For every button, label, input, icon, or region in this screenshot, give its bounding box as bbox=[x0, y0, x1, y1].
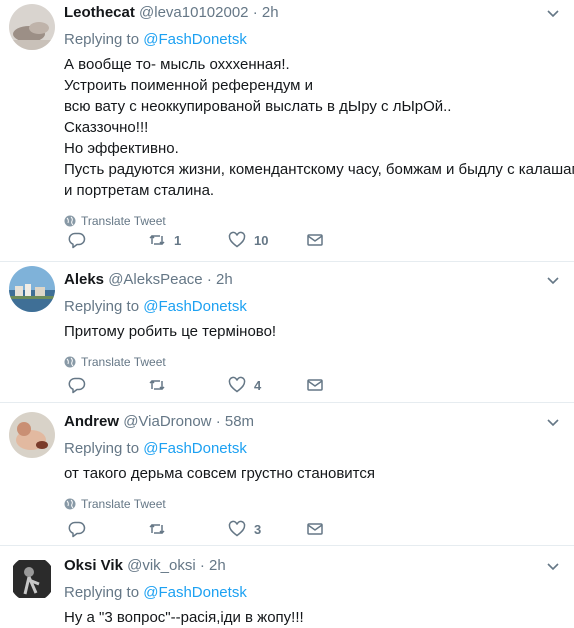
tweet[interactable]: Leothecat @leva10102002 · 2h Replying to… bbox=[0, 0, 574, 262]
tweet-text: от такого дерьма совсем грустно становит… bbox=[64, 463, 560, 484]
tweet-text-line: Устроить поименной референдум и bbox=[64, 77, 314, 94]
tweet-text: Ну а "3 вопрос"--расія,іди в жопу!!! bbox=[64, 607, 560, 628]
avatar[interactable] bbox=[9, 4, 55, 50]
replying-to-label: Replying to bbox=[64, 31, 140, 48]
translate-label[interactable]: Translate Tweet bbox=[81, 214, 166, 228]
heart-icon bbox=[228, 231, 246, 248]
direct-message-button[interactable] bbox=[306, 230, 324, 250]
tweet-text-line: Пусть радуются жизни, комендантскому час… bbox=[64, 161, 574, 178]
tweet-text-line: А вообще то- мысль охххенная!. bbox=[64, 56, 290, 73]
tweet-header: Andrew @ViaDronow · 58m bbox=[64, 411, 560, 433]
reply-button[interactable] bbox=[68, 230, 86, 250]
replying-to: Replying to @FashDonetsk bbox=[64, 30, 560, 49]
display-name[interactable]: Leothecat bbox=[64, 4, 135, 21]
retweet-icon bbox=[149, 523, 165, 535]
timestamp[interactable]: 2h bbox=[262, 4, 279, 21]
mention-link[interactable]: @FashDonetsk bbox=[143, 298, 247, 315]
like-button[interactable]: 4 bbox=[228, 375, 261, 395]
reply-icon bbox=[68, 377, 86, 394]
chevron-down-icon[interactable] bbox=[546, 415, 560, 429]
chevron-down-icon[interactable] bbox=[546, 6, 560, 20]
user-handle[interactable]: @leva10102002 bbox=[139, 4, 248, 21]
replying-to: Replying to @FashDonetsk bbox=[64, 297, 560, 316]
tweet-header: Aleks @AleksPeace · 2h bbox=[64, 269, 560, 291]
like-button[interactable]: 3 bbox=[228, 519, 261, 539]
tweet[interactable]: Oksi Vik @vik_oksi · 2h Replying to @Fas… bbox=[0, 546, 574, 627]
globe-icon bbox=[64, 498, 76, 510]
replying-to-label: Replying to bbox=[64, 440, 140, 457]
tweet[interactable]: Aleks @AleksPeace · 2h Replying to @Fash… bbox=[0, 262, 574, 403]
avatar[interactable] bbox=[9, 412, 55, 458]
avatar[interactable] bbox=[9, 266, 55, 312]
timestamp[interactable]: 58m bbox=[225, 413, 254, 430]
globe-icon bbox=[64, 215, 76, 227]
mention-link[interactable]: @FashDonetsk bbox=[143, 440, 247, 457]
user-handle[interactable]: @ViaDronow bbox=[123, 413, 211, 430]
tweet-text: Притому робить це терміново! bbox=[64, 321, 560, 342]
tweet-text-line: всю вату с неоккупированой выслать в дЫр… bbox=[64, 98, 452, 115]
translate-tweet-link[interactable]: Translate Tweet bbox=[64, 214, 560, 228]
tweet-text-line: Ну а "3 вопрос"--расія,іди в жопу!!! bbox=[64, 609, 304, 626]
reply-button[interactable] bbox=[68, 375, 86, 395]
direct-message-button[interactable] bbox=[306, 375, 324, 395]
chevron-down-icon[interactable] bbox=[546, 559, 560, 573]
display-name[interactable]: Aleks bbox=[64, 271, 104, 288]
tweet-text-line: от такого дерьма совсем грустно становит… bbox=[64, 465, 376, 482]
separator-dot: · bbox=[215, 413, 221, 430]
translate-tweet-link[interactable]: Translate Tweet bbox=[64, 355, 560, 369]
heart-icon bbox=[228, 520, 246, 537]
chevron-down-icon[interactable] bbox=[546, 273, 560, 287]
user-handle[interactable]: @vik_oksi bbox=[127, 557, 196, 574]
display-name[interactable]: Oksi Vik bbox=[64, 557, 123, 574]
mention-link[interactable]: @FashDonetsk bbox=[143, 584, 247, 601]
reply-icon bbox=[68, 232, 86, 249]
separator-dot: · bbox=[252, 4, 258, 21]
tweet-header: Leothecat @leva10102002 · 2h bbox=[64, 2, 560, 24]
avatar[interactable] bbox=[9, 556, 55, 602]
heart-icon bbox=[228, 376, 246, 393]
retweet-button[interactable] bbox=[148, 519, 174, 539]
reply-button[interactable] bbox=[68, 519, 86, 539]
translate-tweet-link[interactable]: Translate Tweet bbox=[64, 497, 560, 511]
envelope-icon bbox=[307, 379, 323, 391]
like-button[interactable]: 10 bbox=[228, 230, 268, 250]
like-count: 4 bbox=[254, 377, 262, 393]
retweet-icon bbox=[149, 379, 165, 391]
reply-icon bbox=[68, 521, 86, 538]
separator-dot: · bbox=[206, 271, 212, 288]
retweet-count: 1 bbox=[174, 232, 182, 248]
envelope-icon bbox=[307, 523, 323, 535]
tweet-text-line: Притому робить це терміново! bbox=[64, 323, 277, 340]
retweet-button[interactable] bbox=[148, 375, 174, 395]
direct-message-button[interactable] bbox=[306, 519, 324, 539]
envelope-icon bbox=[307, 234, 323, 246]
tweet-text: А вообще то- мысль охххенная!. Устроить … bbox=[64, 54, 574, 201]
translate-label[interactable]: Translate Tweet bbox=[81, 497, 166, 511]
tweet-text-line: и портретам сталина. bbox=[64, 182, 215, 199]
globe-icon bbox=[64, 356, 76, 368]
like-count: 3 bbox=[254, 521, 262, 537]
tweet[interactable]: Andrew @ViaDronow · 58m Replying to @Fas… bbox=[0, 403, 574, 546]
translate-label[interactable]: Translate Tweet bbox=[81, 355, 166, 369]
replying-to: Replying to @FashDonetsk bbox=[64, 583, 560, 602]
separator-dot: · bbox=[199, 557, 205, 574]
replying-to-label: Replying to bbox=[64, 584, 140, 601]
tweet-header: Oksi Vik @vik_oksi · 2h bbox=[64, 555, 560, 577]
timestamp[interactable]: 2h bbox=[209, 557, 226, 574]
mention-link[interactable]: @FashDonetsk bbox=[143, 31, 247, 48]
tweet-text-line: Сказзочно!!! bbox=[64, 119, 149, 136]
like-count: 10 bbox=[254, 232, 269, 248]
retweet-button[interactable]: 1 bbox=[148, 230, 181, 250]
replying-to: Replying to @FashDonetsk bbox=[64, 439, 560, 458]
timestamp[interactable]: 2h bbox=[216, 271, 233, 288]
display-name[interactable]: Andrew bbox=[64, 413, 119, 430]
tweet-text-line: Но эффективно. bbox=[64, 140, 179, 157]
replying-to-label: Replying to bbox=[64, 298, 140, 315]
retweet-icon bbox=[149, 234, 165, 246]
user-handle[interactable]: @AleksPeace bbox=[108, 271, 202, 288]
